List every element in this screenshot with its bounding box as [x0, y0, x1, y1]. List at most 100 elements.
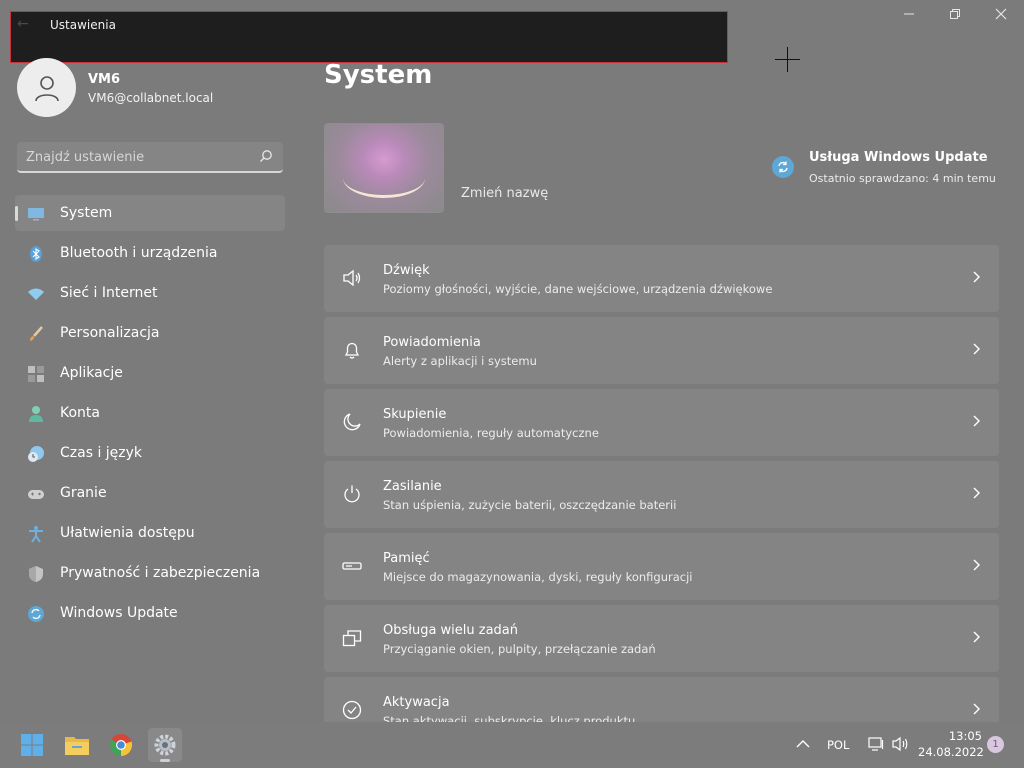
sidebar-item-label: Czas i język	[60, 445, 143, 461]
setting-title: Dźwięk	[383, 263, 430, 278]
sidebar-item-label: Ułatwienia dostępu	[60, 525, 195, 541]
chevron-right-icon	[973, 487, 980, 499]
sidebar-item-label: Konta	[60, 405, 100, 421]
chevron-right-icon	[973, 631, 980, 643]
clock-time[interactable]: 13:05	[940, 729, 982, 743]
setting-focus[interactable]: Skupienie Powiadomienia, reguły automaty…	[324, 389, 999, 456]
window-controls	[886, 6, 1024, 28]
search-input[interactable]	[26, 148, 251, 166]
window-title: Ustawienia	[50, 18, 116, 32]
avatar[interactable]	[17, 58, 76, 117]
bell-icon	[344, 342, 360, 359]
clock-date[interactable]: 24.08.2022	[918, 745, 984, 759]
chevron-right-icon	[973, 415, 980, 427]
windows-update-icon	[772, 156, 794, 178]
sidebar-item-label: System	[60, 205, 113, 221]
network-icon[interactable]	[868, 736, 884, 752]
notification-badge[interactable]: 1	[987, 736, 1004, 753]
taskbar-settings[interactable]	[148, 728, 182, 762]
taskbar-chrome[interactable]	[104, 728, 138, 762]
title-bar: ← Ustawienia	[10, 11, 728, 63]
sidebar-item-accessibility[interactable]: Ułatwienia dostępu	[15, 515, 285, 551]
multitask-icon	[342, 630, 362, 647]
moon-icon	[343, 413, 361, 431]
setting-activation[interactable]: Aktywacja Stan aktywacji, subskrypcje, k…	[324, 677, 999, 722]
windows-update-last-checked: Ostatnio sprawdzano: 4 min temu	[809, 172, 996, 185]
sidebar-item-personalization[interactable]: Personalizacja	[15, 315, 285, 351]
sidebar-item-gaming[interactable]: Granie	[15, 475, 285, 511]
setting-description: Alerty z aplikacji i systemu	[383, 354, 537, 368]
setting-power[interactable]: Zasilanie Stan uśpienia, zużycie baterii…	[324, 461, 999, 528]
minimize-button[interactable]	[886, 6, 932, 28]
close-button[interactable]	[978, 6, 1024, 28]
search-box	[17, 142, 283, 173]
chevron-right-icon	[973, 703, 980, 715]
sidebar-nav: System Bluetooth i urządzenia Sieć i Int…	[15, 195, 285, 635]
volume-icon[interactable]	[892, 736, 910, 752]
start-button[interactable]	[15, 728, 49, 762]
bluetooth-icon	[30, 246, 42, 262]
user-email: VM6@collabnet.local	[88, 91, 214, 105]
setting-description: Stan aktywacji, subskrypcje, klucz produ…	[383, 714, 636, 722]
power-icon	[344, 485, 360, 503]
sidebar-item-label: Sieć i Internet	[60, 285, 158, 301]
setting-description: Stan uśpienia, zużycie baterii, oszczędz…	[383, 498, 677, 512]
chevron-up-icon[interactable]	[796, 739, 810, 749]
language-indicator[interactable]: POL	[827, 738, 849, 752]
setting-notifications[interactable]: Powiadomienia Alerty z aplikacji i syste…	[324, 317, 999, 384]
taskbar: POL	[0, 722, 1024, 768]
sidebar-item-apps[interactable]: Aplikacje	[15, 355, 285, 391]
shield-icon	[29, 566, 43, 582]
sidebar-item-label: Personalizacja	[60, 325, 160, 341]
sidebar-item-label: Bluetooth i urządzenia	[60, 245, 218, 261]
setting-title: Obsługa wielu zadań	[383, 623, 519, 638]
brush-icon	[30, 326, 43, 341]
sidebar-item-system[interactable]: System	[15, 195, 285, 231]
wifi-icon	[28, 288, 44, 300]
setting-sound[interactable]: Dźwięk Poziomy głośności, wyjście, dane …	[324, 245, 999, 312]
windows-update-icon	[28, 606, 44, 622]
sidebar-item-windows-update[interactable]: Windows Update	[15, 595, 285, 631]
sidebar-item-time-language[interactable]: Czas i język	[15, 435, 285, 471]
wallpaper-glow	[343, 158, 425, 198]
windows-logo-icon	[21, 734, 43, 756]
sidebar-item-network[interactable]: Sieć i Internet	[15, 275, 285, 311]
windows-update-title: Usługa Windows Update	[809, 150, 988, 165]
user-name: VM6	[88, 72, 121, 87]
rename-link[interactable]: Zmień nazwę	[461, 186, 548, 201]
minimize-icon	[904, 13, 914, 15]
device-wallpaper-thumbnail	[324, 123, 444, 213]
sidebar-item-accounts[interactable]: Konta	[15, 395, 285, 431]
settings-window: ← Ustawienia VM6 VM6@collabnet.local Zna…	[0, 0, 1024, 722]
taskbar-file-explorer[interactable]	[60, 728, 94, 762]
sidebar-item-privacy[interactable]: Prywatność i zabezpieczenia	[15, 555, 285, 591]
windows-update-status[interactable]: Usługa Windows Update Ostatnio sprawdzan…	[772, 150, 1012, 194]
sidebar-item-label: Granie	[60, 485, 107, 501]
user-icon	[34, 75, 59, 101]
restore-button[interactable]	[932, 6, 978, 28]
crosshair-cursor-icon	[775, 47, 800, 72]
chevron-right-icon	[973, 559, 980, 571]
person-icon	[29, 406, 43, 422]
sidebar-item-label: Aplikacje	[60, 365, 123, 381]
setting-description: Powiadomienia, reguły automatyczne	[383, 426, 599, 440]
setting-title: Pamięć	[383, 551, 430, 566]
setting-multitasking[interactable]: Obsługa wielu zadań Przyciąganie okien, …	[324, 605, 999, 672]
search-icon[interactable]	[259, 149, 273, 163]
storage-icon	[342, 562, 362, 570]
monitor-icon	[28, 208, 44, 221]
restore-icon	[950, 9, 960, 19]
setting-storage[interactable]: Pamięć Miejsce do magazynowania, dyski, …	[324, 533, 999, 600]
setting-title: Aktywacja	[383, 695, 450, 710]
close-icon	[995, 8, 1007, 20]
speaker-icon	[343, 269, 361, 287]
chrome-icon	[110, 734, 133, 757]
setting-description: Miejsce do magazynowania, dyski, reguły …	[383, 570, 693, 584]
gear-icon	[154, 734, 176, 756]
chevron-right-icon	[973, 271, 980, 283]
gamepad-icon	[28, 490, 44, 499]
sidebar-item-bluetooth[interactable]: Bluetooth i urządzenia	[15, 235, 285, 271]
sidebar-item-label: Prywatność i zabezpieczenia	[60, 565, 261, 581]
back-arrow-icon[interactable]: ←	[17, 16, 29, 32]
setting-title: Skupienie	[383, 407, 447, 422]
